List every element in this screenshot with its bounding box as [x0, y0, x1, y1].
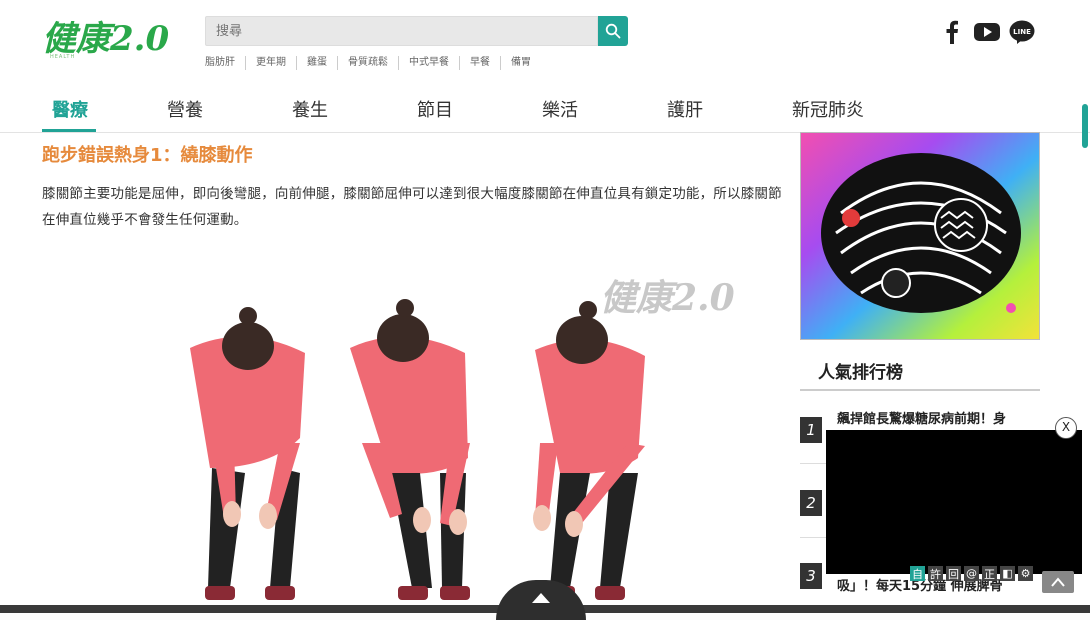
video-tool-button[interactable]: 許 [928, 566, 943, 581]
tag-link[interactable]: 雞蛋 [297, 56, 338, 70]
nav-item-medical[interactable]: 醫療 [42, 96, 167, 134]
rank-separator [800, 463, 828, 464]
scrollbar-thumb[interactable] [1082, 104, 1088, 148]
nav-item-programs[interactable]: 節目 [417, 96, 542, 134]
tag-link[interactable]: 更年期 [246, 56, 297, 70]
ranking-divider [800, 389, 1040, 391]
nav-item-liver[interactable]: 護肝 [667, 96, 792, 134]
line-icon[interactable]: LINE [1008, 18, 1036, 46]
logo-text: 健康2.0 [42, 19, 169, 59]
video-tool-button[interactable]: ◧ [1000, 566, 1015, 581]
rank-number: 2 [800, 490, 822, 516]
sidebar-ad[interactable] [800, 132, 1040, 340]
rank-number: 1 [800, 417, 822, 443]
rank-separator [800, 537, 828, 538]
search-input[interactable] [205, 16, 598, 46]
article-paragraph: 膝關節主要功能是屈伸，即向後彎腿，向前伸腿，膝關節屈伸可以達到很大幅度膝關節在伸… [42, 186, 782, 228]
video-tool-button[interactable]: @ [964, 566, 979, 581]
video-tool-button[interactable]: 正 [982, 566, 997, 581]
tag-link[interactable]: 脂肪肝 [205, 56, 246, 70]
main-nav: 醫療 營養 養生 節目 樂活 護肝 新冠肺炎 [42, 96, 922, 134]
tag-link[interactable]: 早餐 [460, 56, 501, 70]
tag-link[interactable]: 骨質疏鬆 [338, 56, 399, 70]
chevron-up-icon [1051, 577, 1065, 587]
video-toolbar: 自 許 回 @ 正 ◧ ⚙ [910, 566, 1033, 581]
youtube-icon[interactable] [973, 18, 1001, 46]
video-tool-button[interactable]: 回 [946, 566, 961, 581]
hot-tags: 脂肪肝 更年期 雞蛋 骨質疏鬆 中式早餐 早餐 備胃 [205, 56, 541, 70]
article-image: 健康2.0 [190, 277, 735, 600]
scroll-top-button[interactable] [1042, 571, 1074, 593]
image-watermark: 健康2.0 [600, 277, 735, 319]
rank-item-title[interactable]: 飆捍館長驚爆糖尿病前期！身 [837, 408, 1037, 427]
nav-item-nutrition[interactable]: 營養 [167, 96, 292, 134]
nav-item-covid[interactable]: 新冠肺炎 [792, 96, 917, 134]
ranking-title: 人氣排行榜 [818, 363, 903, 383]
facebook-icon[interactable] [942, 18, 962, 46]
ad-artwork [801, 133, 1039, 339]
svg-text:HEALTH: HEALTH [50, 54, 75, 60]
rank-number: 3 [800, 563, 822, 589]
floating-video-player[interactable] [826, 430, 1082, 574]
site-logo[interactable]: 健康2.0 HEALTH [42, 14, 182, 60]
search-icon [605, 23, 621, 39]
triangle-up-icon [532, 593, 550, 603]
video-tool-button[interactable]: 自 [910, 566, 925, 581]
close-video-button[interactable]: X [1055, 417, 1077, 439]
settings-icon[interactable]: ⚙ [1018, 566, 1033, 581]
nav-item-lifestyle[interactable]: 樂活 [542, 96, 667, 134]
tag-link[interactable]: 中式早餐 [399, 56, 460, 70]
nav-item-wellness[interactable]: 養生 [292, 96, 417, 134]
article-heading: 跑步錯誤熱身1：繞膝動作 [42, 145, 253, 166]
search-button[interactable] [598, 16, 628, 46]
svg-text:LINE: LINE [1013, 28, 1031, 36]
tag-link[interactable]: 備胃 [501, 56, 541, 70]
